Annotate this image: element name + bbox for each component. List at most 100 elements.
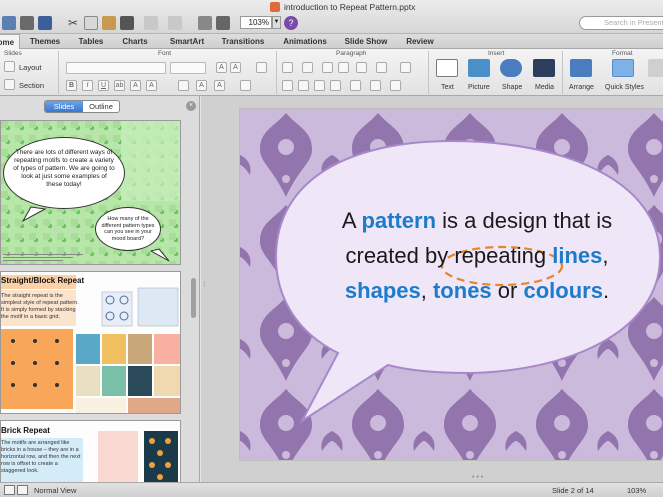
redo-icon[interactable]	[168, 16, 182, 30]
text-box-icon[interactable]	[436, 59, 458, 77]
picture-icon[interactable]	[468, 59, 490, 77]
shape-button[interactable]: Shape	[502, 84, 522, 91]
slide-thumbnail-3[interactable]: Brick Repeat The motifs are arranged lik…	[0, 420, 181, 482]
thumb3-title: Brick Repeat	[1, 426, 50, 435]
italic-icon[interactable]: I	[82, 80, 93, 91]
numbering-icon[interactable]	[302, 62, 313, 73]
line-spacing-icon[interactable]	[356, 62, 367, 73]
group-label-insert: Insert	[488, 50, 505, 57]
tab-slide-show[interactable]: Slide Show	[340, 34, 392, 49]
grow-font-icon[interactable]: A	[216, 62, 227, 73]
smartart-convert-icon[interactable]	[400, 62, 411, 73]
align-center-icon[interactable]	[298, 80, 309, 91]
change-case-icon[interactable]: A	[146, 80, 157, 91]
quick-styles-icon[interactable]	[612, 59, 634, 77]
slide-sorter-icon[interactable]	[17, 485, 28, 495]
underline-icon[interactable]: U	[98, 80, 109, 91]
paragraph-dialog-icon[interactable]	[390, 80, 401, 91]
slide-navigator: Slides Outline × There are lots of diffe…	[0, 96, 200, 482]
bullets-icon[interactable]	[282, 62, 293, 73]
text-run: created by	[345, 243, 455, 268]
tab-tables[interactable]: Tables	[72, 34, 110, 49]
decrease-indent-icon[interactable]	[322, 62, 333, 73]
zoom-field[interactable]: 103%	[240, 16, 272, 29]
font-name-field[interactable]	[66, 62, 166, 74]
text-run: ,	[602, 243, 609, 268]
normal-view-icon[interactable]	[4, 485, 15, 495]
save-icon[interactable]	[38, 16, 52, 30]
tab-transitions[interactable]: Transitions	[218, 34, 268, 49]
quick-styles-button[interactable]: Quick Styles	[605, 84, 644, 91]
search-input[interactable]: Search in Presentation	[579, 16, 663, 30]
thumbnail-list[interactable]: There are lots of different ways of repe…	[0, 118, 185, 482]
tab-animations[interactable]: Animations	[280, 34, 330, 49]
char-spacing-icon[interactable]: A	[130, 80, 141, 91]
splitter-handle[interactable]: ⋮	[201, 280, 208, 288]
thumb2-title: Straight/Block Repeat	[1, 276, 85, 285]
arrange-button[interactable]: Arrange	[569, 84, 594, 91]
media-icon[interactable]	[533, 59, 555, 77]
tab-smartart[interactable]: SmartArt	[162, 34, 212, 49]
thumbnail-scrollbar[interactable]	[190, 118, 198, 480]
group-label-slides: Slides	[4, 50, 22, 57]
font-dialog-icon[interactable]	[240, 80, 251, 91]
shape-icon[interactable]	[500, 59, 522, 77]
new-icon[interactable]	[2, 16, 16, 30]
section-button[interactable]: Section	[19, 81, 44, 90]
align-right-icon[interactable]	[314, 80, 325, 91]
ribbon-divider	[562, 51, 563, 94]
tab-review[interactable]: Review	[400, 34, 440, 49]
brick-pattern-samples	[98, 431, 178, 482]
clear-format-icon[interactable]	[256, 62, 267, 73]
columns-icon[interactable]	[376, 62, 387, 73]
scrollbar-thumb[interactable]	[191, 278, 196, 318]
justify-icon[interactable]	[330, 80, 341, 91]
keyword-tones: tones	[432, 278, 492, 303]
shrink-font-icon[interactable]: A	[230, 62, 241, 73]
resize-handle[interactable]: • • •	[472, 474, 483, 481]
section-icon[interactable]	[4, 79, 15, 90]
status-zoom[interactable]: 103%	[627, 486, 646, 495]
print-icon[interactable]	[216, 16, 230, 30]
font-color-icon[interactable]: A	[196, 80, 207, 91]
tab-themes[interactable]: Themes	[24, 34, 66, 49]
keyword-lines: lines	[552, 243, 603, 268]
align-text-icon[interactable]	[370, 80, 381, 91]
help-icon[interactable]: ?	[284, 16, 298, 30]
text-button[interactable]: Text	[441, 84, 454, 91]
strikethrough-icon[interactable]: ab	[114, 80, 125, 91]
layout-icon[interactable]	[4, 61, 15, 72]
shape-fill-icon[interactable]	[648, 59, 663, 77]
cut-icon[interactable]: ✂	[66, 16, 80, 30]
slide-thumbnail-1[interactable]: There are lots of different ways of repe…	[0, 120, 181, 265]
layout-button[interactable]: Layout	[19, 63, 42, 72]
ribbon-divider	[428, 51, 429, 94]
copy-icon[interactable]	[84, 16, 98, 30]
picture-button[interactable]: Picture	[468, 84, 490, 91]
ribbon-tabs: Home Themes Tables Charts SmartArt Trans…	[0, 34, 663, 50]
highlight-icon[interactable]	[178, 80, 189, 91]
font-size-field[interactable]	[170, 62, 206, 74]
slide-body-text[interactable]: A pattern is a design that is created by…	[302, 203, 652, 308]
document-title: introduction to Repeat Pattern.pptx	[284, 2, 416, 12]
current-slide[interactable]: A pattern is a design that is created by…	[239, 108, 663, 461]
format-painter-icon[interactable]	[120, 16, 134, 30]
increase-indent-icon[interactable]	[338, 62, 349, 73]
close-icon[interactable]: ×	[186, 101, 196, 111]
slide-thumbnail-2[interactable]: Straight/Block Repeat The straight repea…	[0, 271, 181, 414]
text-effects-icon[interactable]: A	[214, 80, 225, 91]
paste-icon[interactable]	[102, 16, 116, 30]
tab-home[interactable]: Home	[0, 34, 20, 50]
undo-icon[interactable]	[144, 16, 158, 30]
tab-charts[interactable]: Charts	[116, 34, 154, 49]
text-direction-icon[interactable]	[350, 80, 361, 91]
media-button[interactable]: Media	[535, 84, 554, 91]
tab-slides[interactable]: Slides	[45, 101, 83, 112]
bold-icon[interactable]: B	[66, 80, 77, 91]
gallery-icon[interactable]	[198, 16, 212, 30]
chevron-down-icon[interactable]: ▼	[272, 16, 281, 29]
arrange-icon[interactable]	[570, 59, 592, 77]
open-icon[interactable]	[20, 16, 34, 30]
tab-outline[interactable]: Outline	[83, 101, 119, 112]
align-left-icon[interactable]	[282, 80, 293, 91]
